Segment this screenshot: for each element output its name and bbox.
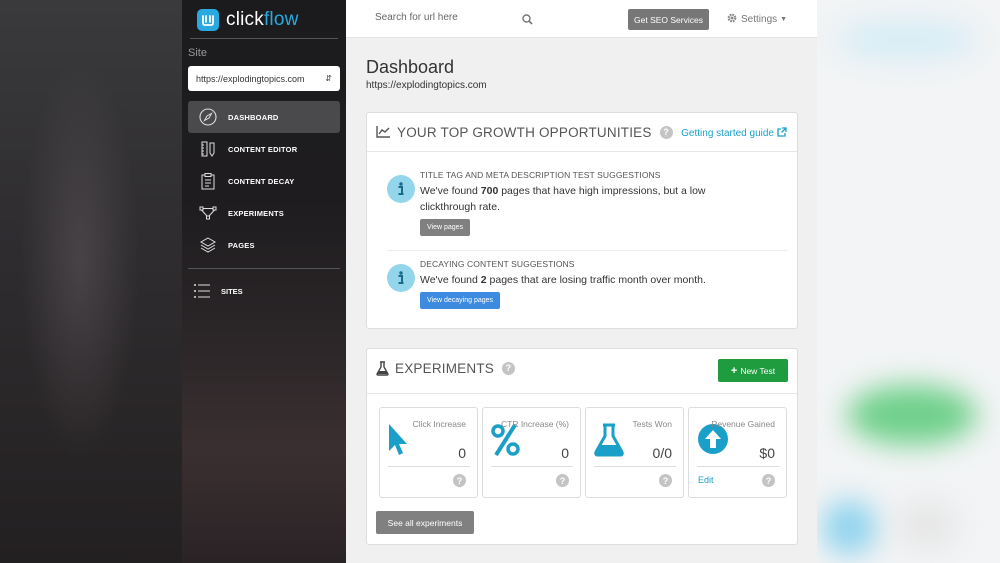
page-subtitle: https://explodingtopics.com: [366, 80, 487, 91]
sidebar-item-label: CONTENT DECAY: [228, 176, 295, 186]
divider: [594, 466, 676, 467]
logo[interactable]: clickflow: [197, 8, 337, 32]
search-input[interactable]: Search for url here: [375, 12, 458, 23]
divider: [697, 466, 779, 467]
stat-card-ctr-increase: CTR Increase (%) 0 ?: [482, 407, 581, 498]
sidebar-item-label: PAGES: [228, 240, 255, 250]
info-icon: [387, 175, 415, 203]
getting-started-guide-link[interactable]: Getting started guide: [681, 127, 787, 140]
suggestion-title: DECAYING CONTENT SUGGESTIONS: [420, 259, 575, 269]
stat-label: Click Increase: [412, 419, 466, 429]
sidebar: clickflow Site https://explodingtopics.c…: [182, 0, 346, 563]
blurred-backdrop-left: [0, 0, 182, 563]
stat-label: CTR Increase (%): [500, 419, 569, 429]
panel-header: EXPERIMENTS ? + New Test: [367, 349, 797, 394]
divider: [188, 268, 340, 269]
see-all-experiments-button[interactable]: See all experiments: [376, 511, 474, 534]
sort-arrows-icon: ⇵: [325, 74, 332, 83]
vector-nodes-icon: [198, 203, 218, 223]
divider: [388, 466, 470, 467]
suggestion-text: We've found 2 pages that are losing traf…: [420, 274, 706, 286]
sidebar-item-sites[interactable]: SITES: [192, 281, 243, 301]
info-icon: [387, 264, 415, 292]
stat-value: 0/0: [652, 445, 672, 461]
line-chart-icon: [376, 125, 391, 143]
main-content: Search for url here Get SEO Services Set…: [346, 0, 817, 563]
pencil-ruler-icon: [198, 139, 218, 159]
stat-card-click-increase: Click Increase 0 ?: [379, 407, 478, 498]
stat-card-tests-won: Tests Won 0/0 ?: [585, 407, 684, 498]
sidebar-item-label: CONTENT EDITOR: [228, 144, 298, 154]
help-icon[interactable]: ?: [659, 125, 673, 139]
panel-title: EXPERIMENTS ?: [395, 361, 515, 376]
view-decaying-pages-button[interactable]: View decaying pages: [420, 292, 501, 309]
stat-value: 0: [458, 445, 466, 461]
blurred-backdrop-right: [817, 0, 1000, 563]
help-icon[interactable]: ?: [762, 474, 775, 487]
stat-value: $0: [759, 445, 775, 461]
external-link-icon: [777, 127, 787, 140]
search-icon[interactable]: [522, 12, 533, 30]
top-bar: Search for url here Get SEO Services Set…: [346, 0, 817, 38]
divider: [387, 250, 787, 251]
suggestion-text: We've found 700 pages that have high imp…: [420, 185, 706, 213]
new-test-button[interactable]: + New Test: [718, 359, 788, 382]
edit-revenue-link[interactable]: Edit: [698, 475, 714, 485]
sidebar-item-label: EXPERIMENTS: [228, 208, 284, 218]
panel-header: YOUR TOP GROWTH OPPORTUNITIES ? Getting …: [367, 113, 797, 152]
page-title: Dashboard: [366, 57, 455, 77]
divider: [491, 466, 573, 467]
flask-icon: [376, 361, 389, 381]
plus-icon: +: [730, 364, 738, 377]
suggestion-item: DECAYING CONTENT SUGGESTIONS We've found…: [387, 259, 787, 319]
help-icon[interactable]: ?: [659, 474, 672, 487]
settings-dropdown[interactable]: Settings ▼: [726, 12, 787, 27]
stat-card-revenue-gained: Revenue Gained $0 Edit ?: [688, 407, 787, 498]
site-select-value: https://explodingtopics.com: [196, 73, 305, 84]
help-icon[interactable]: ?: [501, 361, 515, 375]
divider: [190, 38, 338, 39]
gear-icon: [726, 12, 738, 27]
layers-icon: [198, 235, 218, 255]
logo-text: clickflow: [226, 9, 299, 30]
sidebar-nav: DASHBOARD CONTENT EDITOR CONTENT DECAY E…: [188, 101, 340, 261]
help-icon[interactable]: ?: [453, 474, 466, 487]
site-select[interactable]: https://explodingtopics.com ⇵: [188, 66, 340, 91]
experiments-panel: EXPERIMENTS ? + New Test Click Increase …: [366, 348, 798, 545]
panel-title: YOUR TOP GROWTH OPPORTUNITIES ?: [397, 125, 673, 140]
get-seo-services-button[interactable]: Get SEO Services: [628, 9, 709, 30]
list-icon: [192, 281, 212, 301]
clickflow-logo-icon: [197, 9, 219, 31]
sidebar-item-dashboard[interactable]: DASHBOARD: [188, 101, 340, 133]
sidebar-item-label: DASHBOARD: [228, 112, 279, 122]
sidebar-item-label: SITES: [221, 286, 243, 296]
clipboard-icon: [198, 171, 218, 191]
settings-label: Settings: [741, 14, 778, 25]
caret-down-icon: ▼: [780, 16, 788, 23]
sidebar-item-content-editor[interactable]: CONTENT EDITOR: [188, 133, 340, 165]
stat-label: Revenue Gained: [711, 419, 775, 429]
site-label: Site: [188, 47, 207, 59]
help-icon[interactable]: ?: [556, 474, 569, 487]
suggestion-item: TITLE TAG AND META DESCRIPTION TEST SUGG…: [387, 170, 787, 240]
sidebar-item-experiments[interactable]: EXPERIMENTS: [188, 197, 340, 229]
sidebar-item-content-decay[interactable]: CONTENT DECAY: [188, 165, 340, 197]
view-pages-button[interactable]: View pages: [420, 219, 471, 236]
compass-icon: [198, 107, 218, 127]
suggestion-title: TITLE TAG AND META DESCRIPTION TEST SUGG…: [420, 170, 661, 180]
experiment-stats: Click Increase 0 ? CTR Increase (%) 0 ? …: [379, 407, 787, 498]
stat-value: 0: [561, 445, 569, 461]
stat-label: Tests Won: [632, 419, 672, 429]
sidebar-item-pages[interactable]: PAGES: [188, 229, 340, 261]
growth-opportunities-panel: YOUR TOP GROWTH OPPORTUNITIES ? Getting …: [366, 112, 798, 329]
